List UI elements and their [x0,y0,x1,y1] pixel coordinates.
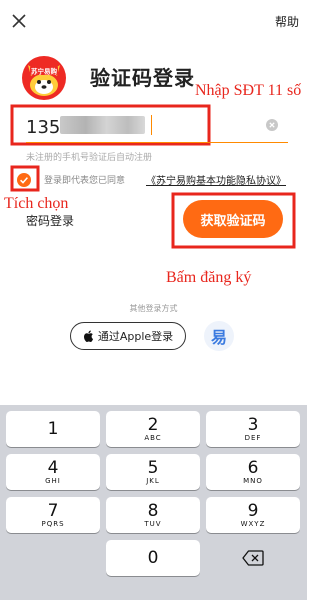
key-number: 1 [47,419,59,439]
annotation-check: Tích chọn [4,195,69,212]
phone-input[interactable]: 135 [26,117,60,138]
text-caret [151,115,152,135]
key-number: 3 [247,414,259,435]
backspace-icon [242,550,264,566]
key-letters: PQRS [41,519,65,528]
key-number: 0 [147,548,159,568]
page-title: 验证码登录 [90,66,195,90]
key-letters: JKL [146,476,160,485]
privacy-policy-link[interactable]: 《苏宁易购基本功能隐私协议》 [146,172,286,187]
key-letters: GHI [45,476,61,485]
top-bar: 帮助 [0,0,307,44]
key-4[interactable]: 4 GHI [6,454,100,490]
phone-masked-digits [60,116,145,134]
key-number: 6 [247,457,259,478]
other-login-label: 其他登录方式 [129,304,178,313]
password-login-link[interactable]: 密码登录 [26,212,74,229]
annotation-phone: Nhập SĐT 11 số [195,82,302,99]
yi-login-button[interactable]: 易 [204,321,234,351]
key-7[interactable]: 7 PQRS [6,497,100,533]
agreement-text: 登录即代表您已同意 [44,176,126,186]
annotation-register: Bấm đăng ký [166,269,252,286]
key-letters: WXYZ [240,519,266,528]
help-link[interactable]: 帮助 [275,13,299,30]
numeric-keyboard: 1 2 ABC 3 DEF 4 GHI 5 JKL 6 MNO 7 PQRS 8… [0,405,307,600]
agree-checkbox[interactable] [17,173,31,187]
key-number: 7 [47,500,59,521]
key-number: 9 [247,500,259,521]
key-8[interactable]: 8 TUV [106,497,200,533]
key-2[interactable]: 2 ABC [106,411,200,447]
key-letters: ABC [144,433,162,442]
apple-login-label: 通过Apple登录 [97,330,174,343]
key-number: 8 [147,500,159,521]
key-letters: MNO [243,476,263,485]
key-9[interactable]: 9 WXYZ [206,497,300,533]
key-letters: TUV [144,519,162,528]
key-6[interactable]: 6 MNO [206,454,300,490]
clear-input-icon[interactable] [266,119,278,131]
key-number: 2 [147,414,159,435]
key-letters: DEF [244,433,262,442]
key-number: 5 [147,457,159,478]
svg-text:苏宁易购: 苏宁易购 [31,67,58,76]
apple-login-button[interactable]: 通过Apple登录 [70,322,186,350]
get-code-button[interactable]: 获取验证码 [183,200,283,238]
apple-icon [83,330,93,342]
suning-logo: 苏宁易购 [22,56,66,100]
close-icon[interactable] [8,10,30,32]
key-3[interactable]: 3 DEF [206,411,300,447]
key-5[interactable]: 5 JKL [106,454,200,490]
delete-key[interactable] [206,540,300,576]
phone-input-underline [26,142,288,143]
phone-hint: 未注册的手机号验证后自动注册 [26,153,153,163]
key-0[interactable]: 0 [106,540,200,576]
key-number: 4 [47,457,59,478]
key-1[interactable]: 1 [6,411,100,447]
